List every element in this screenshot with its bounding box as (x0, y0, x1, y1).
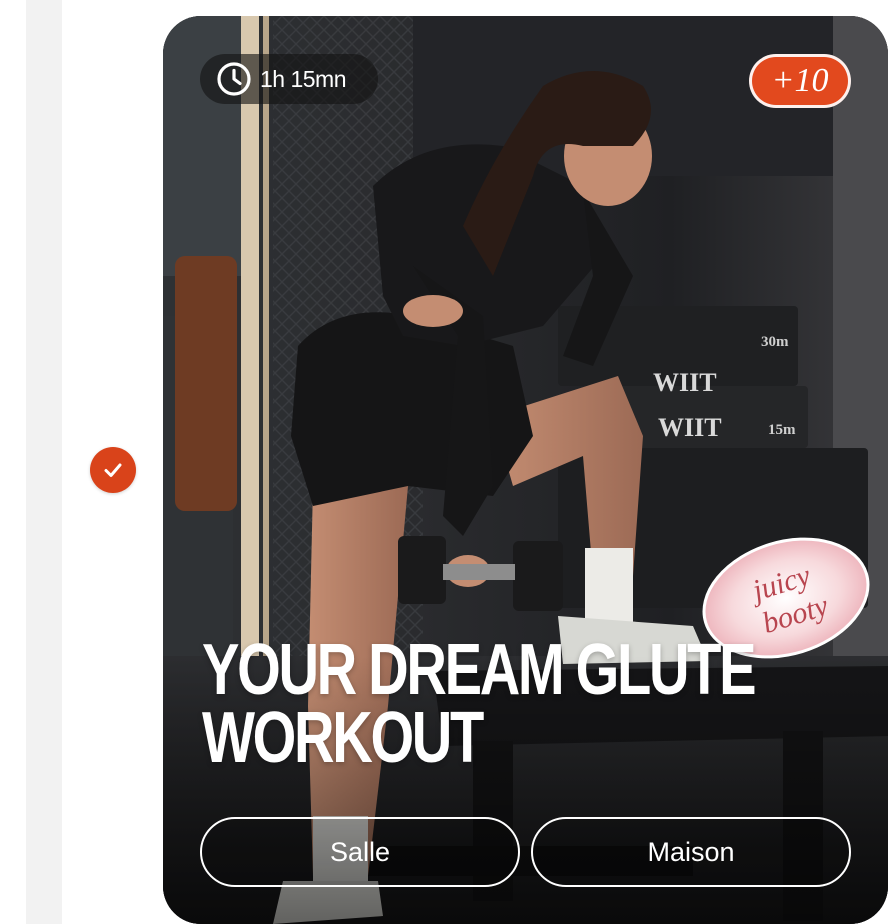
equipment-label-2: WIIT (658, 413, 722, 442)
equipment-label-1: WIIT (653, 368, 717, 397)
clock-icon (217, 62, 251, 96)
side-gutter (26, 0, 62, 924)
duration-text: 1h 15mn (260, 65, 347, 92)
points-text: +10 (771, 62, 829, 99)
completed-check-badge[interactable] (90, 447, 136, 493)
points-badge: +10 (749, 54, 851, 108)
workout-title: YOUR DREAM GLUTE WORKOUT (202, 630, 757, 778)
workout-title-line-2: WORKOUT (202, 698, 484, 778)
left-rail (0, 0, 26, 924)
workout-title-line-1: YOUR DREAM GLUTE (202, 630, 757, 710)
location-chip-salle[interactable]: Salle (200, 817, 520, 887)
workout-card[interactable]: WIIT WIIT 30m 15m (163, 16, 888, 924)
equipment-weight-2: 15m (768, 422, 796, 438)
workout-photo: WIIT WIIT 30m 15m (163, 16, 888, 924)
check-icon (104, 463, 122, 477)
duration-pill: 1h 15mn (200, 54, 378, 104)
equipment-weight-1: 30m (761, 334, 789, 350)
location-chip-maison[interactable]: Maison (531, 817, 851, 887)
